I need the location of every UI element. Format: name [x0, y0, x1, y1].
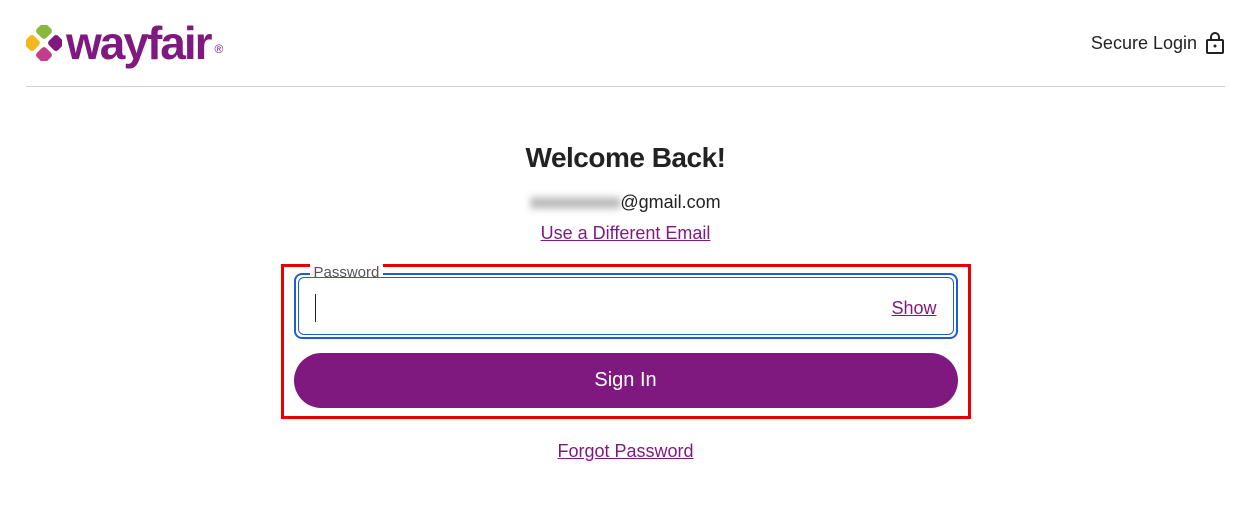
login-form-area: Welcome Back! xxxxxxxxxx@gmail.com Use a…	[0, 87, 1251, 462]
sign-in-button[interactable]: Sign In	[294, 353, 958, 408]
email-domain: @gmail.com	[620, 192, 720, 212]
logo-text: wayfair	[66, 20, 211, 66]
secure-login-label: Secure Login	[1091, 32, 1225, 54]
email-display: xxxxxxxxxx@gmail.com	[530, 192, 720, 213]
forgot-password-link[interactable]: Forgot Password	[557, 441, 693, 462]
secure-login-text: Secure Login	[1091, 33, 1197, 54]
password-field-wrap: Password Show	[294, 273, 958, 339]
registered-mark: ®	[215, 42, 224, 56]
logo-mark-icon	[26, 25, 62, 61]
password-input[interactable]	[316, 298, 891, 319]
show-password-button[interactable]: Show	[891, 298, 936, 319]
lock-icon	[1205, 32, 1225, 54]
wayfair-logo[interactable]: wayfair ®	[26, 20, 223, 66]
page-header: wayfair ® Secure Login	[0, 0, 1251, 86]
email-local-hidden: xxxxxxxxxx	[530, 192, 620, 212]
use-different-email-link[interactable]: Use a Different Email	[541, 223, 711, 244]
welcome-heading: Welcome Back!	[526, 142, 726, 174]
password-field-inner: Show	[298, 277, 954, 335]
credentials-highlight-box: Password Show Sign In	[281, 264, 971, 419]
